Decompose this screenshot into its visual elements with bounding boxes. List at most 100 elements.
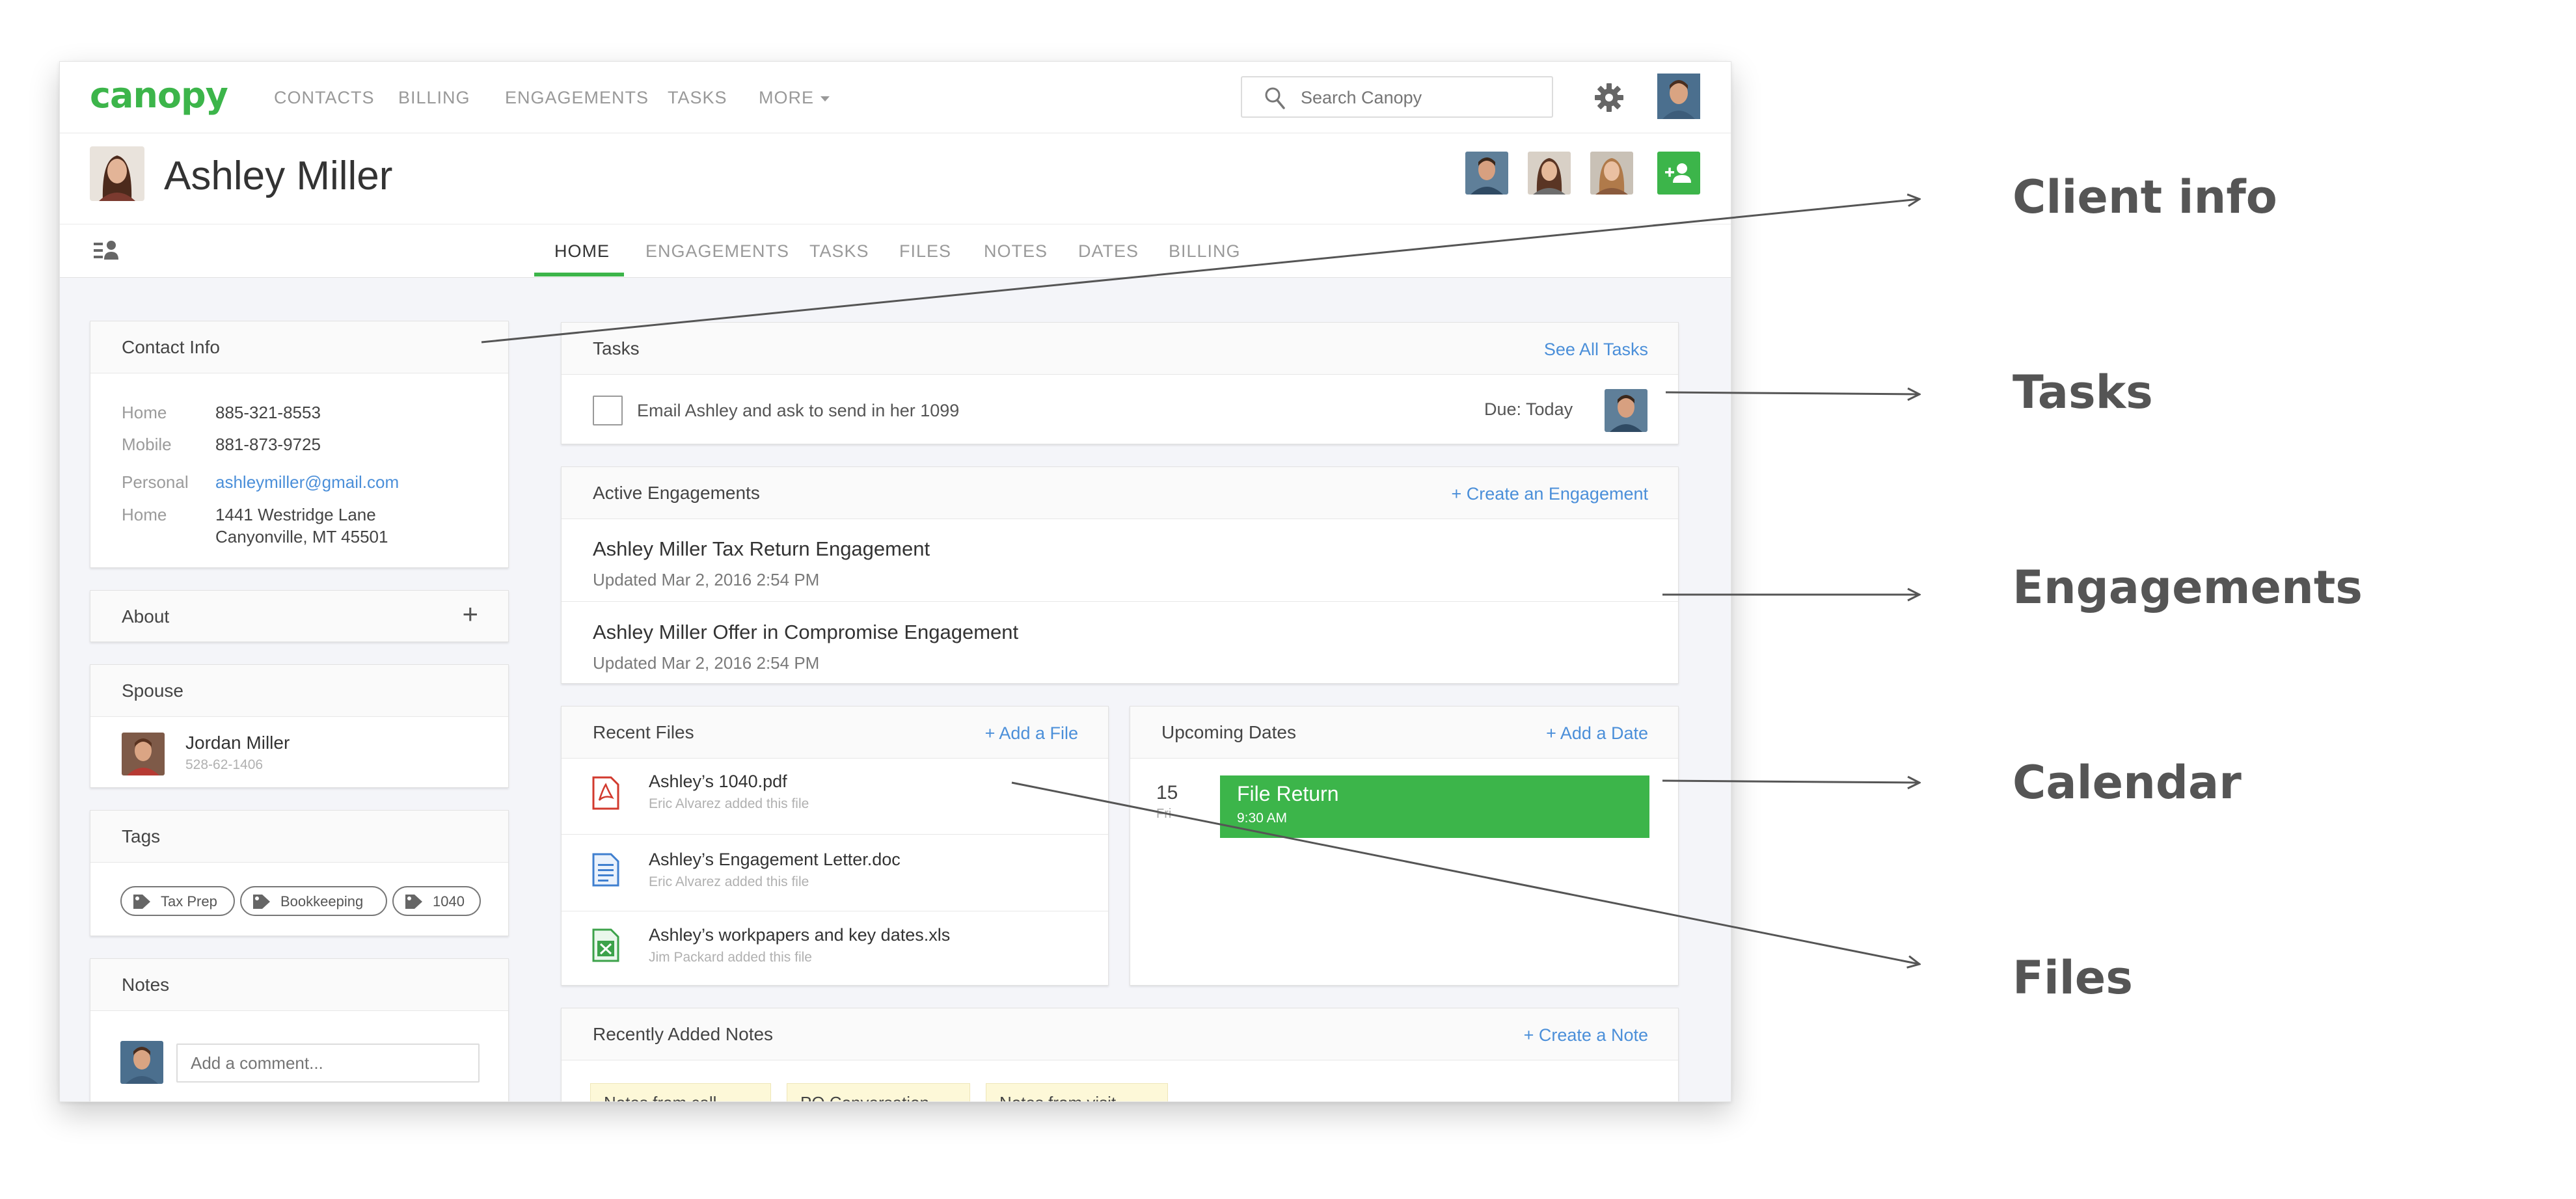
team-member-avatar[interactable] [1465,152,1508,195]
nav-billing[interactable]: BILLING [398,88,470,108]
engagements-card: Active Engagements + Create an Engagemen… [561,466,1679,684]
add-file-link[interactable]: + Add a File [985,723,1078,744]
client-name: Ashley Miller [164,154,393,198]
note-card[interactable]: Notes from call [590,1083,771,1101]
about-card[interactable]: About + [90,590,509,642]
annotation-tasks: Tasks [2013,366,2153,419]
add-team-member-button[interactable] [1657,152,1700,195]
card-header: Recently Added Notes + Create a Note [562,1008,1678,1060]
add-date-link[interactable]: + Add a Date [1546,723,1648,744]
upcoming-dates-card: Upcoming Dates + Add a Date 15 Fri File … [1130,706,1679,986]
card-title: About [122,606,170,626]
tab-home[interactable]: HOME [554,241,610,262]
file-name[interactable]: Ashley’s 1040.pdf [649,772,787,792]
tab-files[interactable]: FILES [899,241,951,262]
user-avatar[interactable] [1657,74,1700,119]
card-title: Spouse [122,680,183,701]
contact-info-card: Contact Info Home 885-321-8553 Mobile 88… [90,321,509,568]
card-title: Contact Info [122,337,220,357]
note-title: Notes from visit [999,1093,1116,1101]
tab-notes[interactable]: NOTES [984,241,1048,262]
team-member-avatar[interactable] [1590,152,1633,195]
card-title: Tasks [593,338,640,358]
spouse-ssn: 528-62-1406 [185,757,264,772]
gear-icon[interactable] [1593,81,1625,114]
event-weekday: Fri [1156,807,1172,821]
client-avatar [90,146,144,201]
tag-icon [133,895,150,909]
see-all-tasks-link[interactable]: See All Tasks [1544,340,1648,360]
tag-chip[interactable]: Bookkeeping [240,886,387,916]
card-header: About + [90,591,508,641]
card-title: Notes [122,975,170,995]
tag-icon [253,895,270,909]
nav-engagements[interactable]: ENGAGEMENTS [505,88,649,108]
note-card[interactable]: Notes from visit [986,1083,1168,1101]
annotation-calendar: Calendar [2013,756,2242,809]
spouse-name[interactable]: Jordan Miller [185,733,290,753]
note-card[interactable]: PO Conversation [787,1083,970,1101]
tab-engagements[interactable]: ENGAGEMENTS [645,241,789,262]
contact-label: Home [122,505,167,524]
contact-list-icon[interactable] [92,237,121,263]
tab-dates[interactable]: DATES [1078,241,1139,262]
comment-input[interactable] [176,1044,480,1083]
file-name[interactable]: Ashley’s Engagement Letter.doc [649,850,901,870]
engagement-name[interactable]: Ashley Miller Tax Return Engagement [593,537,930,561]
tag-icon [405,895,422,909]
canopy-logo[interactable]: canopy [90,75,228,116]
email-link[interactable]: ashleymiller@gmail.com [215,472,399,492]
search-icon [1265,87,1285,109]
contact-label: Personal [122,472,189,492]
card-title: Active Engagements [593,483,760,503]
team-member-avatar[interactable] [1528,152,1571,195]
engagement-name[interactable]: Ashley Miller Offer in Compromise Engage… [593,621,1018,644]
card-header: Contact Info [90,321,508,373]
tag-label: Bookkeeping [280,893,364,909]
search-box[interactable] [1241,76,1553,118]
add-icon[interactable]: + [462,599,478,630]
nav-tasks[interactable]: TASKS [668,88,727,108]
pdf-icon [592,776,619,810]
engagement-updated: Updated Mar 2, 2016 2:54 PM [593,570,820,589]
task-assignee-avatar[interactable] [1605,389,1647,432]
create-engagement-link[interactable]: + Create an Engagement [1452,484,1648,504]
note-title: Notes from call [604,1093,716,1101]
tab-billing[interactable]: BILLING [1169,241,1241,262]
search-input[interactable] [1301,87,1535,109]
annotation-client-info: Client info [2013,170,2277,224]
file-uploader: Eric Alvarez added this file [649,796,809,811]
spouse-avatar[interactable] [122,733,165,775]
spouse-card: Spouse Jordan Miller 528-62-1406 [90,664,509,788]
nav-contacts[interactable]: CONTACTS [274,88,375,108]
tag-chip[interactable]: Tax Prep [120,886,235,916]
file-uploader: Jim Packard added this file [649,950,812,965]
task-due: Due: Today [1484,399,1573,419]
task-text[interactable]: Email Ashley and ask to send in her 1099 [637,401,959,421]
nav-more[interactable]: MORE [759,88,830,108]
tag-label: Tax Prep [161,893,217,909]
mobile-phone[interactable]: 881-873-9725 [215,435,321,455]
engagement-updated: Updated Mar 2, 2016 2:54 PM [593,653,820,673]
calendar-event[interactable]: File Return 9:30 AM [1220,775,1649,838]
home-phone[interactable]: 885-321-8553 [215,403,321,423]
annotation-engagements: Engagements [2013,561,2363,614]
card-title: Recent Files [593,722,694,742]
create-note-link[interactable]: + Create a Note [1524,1025,1648,1045]
app-window: canopy CONTACTS BILLING ENGAGEMENTS TASK… [59,61,1731,1102]
file-uploader: Eric Alvarez added this file [649,874,809,889]
active-tab-indicator [534,273,624,276]
file-name[interactable]: Ashley’s workpapers and key dates.xls [649,925,950,945]
notes-card: Notes [90,958,509,1101]
note-title: PO Conversation [800,1093,929,1101]
annotation-files: Files [2013,951,2133,1004]
card-title: Upcoming Dates [1161,722,1296,742]
task-checkbox[interactable] [593,396,623,425]
address-line-2: Canyonville, MT 45501 [215,527,388,546]
tab-tasks[interactable]: TASKS [809,241,869,262]
card-header: Recent Files + Add a File [562,707,1108,759]
card-title: Tags [122,826,161,846]
tag-chip[interactable]: 1040 [392,886,481,916]
current-user-avatar [120,1041,163,1084]
client-header: Ashley Miller [60,133,1731,224]
